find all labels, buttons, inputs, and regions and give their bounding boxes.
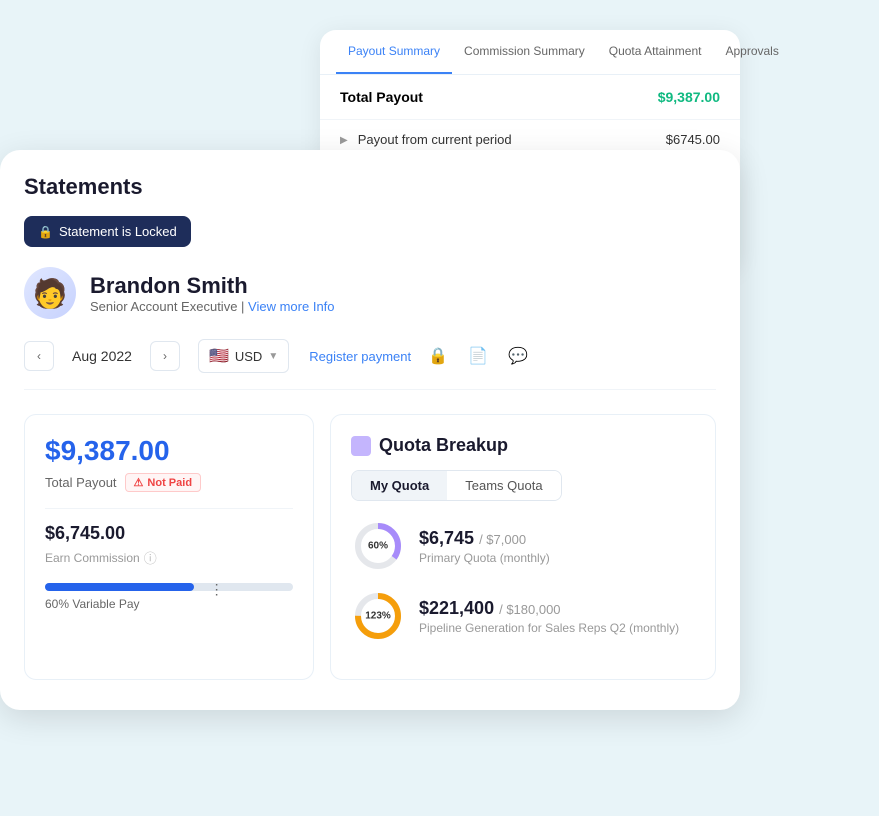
progress-label: 60% Variable Pay	[45, 597, 293, 611]
quota-name-1: Pipeline Generation for Sales Reps Q2 (m…	[419, 621, 679, 635]
quota-name-0: Primary Quota (monthly)	[419, 551, 550, 565]
progress-bar-fill	[45, 583, 194, 591]
total-payout-row: Total Payout $9,387.00	[320, 75, 740, 119]
progress-bar-container: ⋮	[45, 583, 293, 591]
user-role: Senior Account Executive | View more Inf…	[90, 299, 335, 314]
quota-item-1: 123% $221,400 / $180,000 Pipeline Genera…	[351, 589, 695, 643]
toolbar: ‹ Aug 2022 › 🇺🇸 USD ▼ Register payment 🔒…	[24, 339, 716, 390]
progress-section: ⋮ 60% Variable Pay	[45, 583, 293, 611]
chevron-icon-0: ▶	[340, 135, 348, 146]
quota-item-0: 60% $6,745 / $7,000 Primary Quota (month…	[351, 519, 695, 573]
role-separator: |	[241, 299, 248, 314]
currency-selector[interactable]: 🇺🇸 USD ▼	[198, 339, 289, 373]
lock-icon: 🔒	[38, 225, 53, 239]
progress-dots: ⋮	[210, 581, 224, 598]
quota-target-1: / $180,000	[499, 602, 560, 617]
tab-payout-summary[interactable]: Payout Summary	[336, 30, 452, 74]
quota-amount-1: $221,400 / $180,000	[419, 598, 679, 619]
item-title-0: Payout from current period	[358, 132, 666, 147]
quota-item-info-1: $221,400 / $180,000 Pipeline Generation …	[419, 598, 679, 635]
quota-target-0: / $7,000	[479, 532, 526, 547]
info-icon: ⓘ	[144, 548, 157, 567]
panel-total-label: Total Payout ⚠ Not Paid	[45, 473, 293, 492]
period-label: Aug 2022	[64, 344, 140, 368]
quota-panel: Quota Breakup My Quota Teams Quota 60%	[330, 414, 716, 680]
item-amount-0: $6745.00	[666, 132, 720, 147]
export-icon[interactable]: 📄	[463, 341, 493, 371]
statements-card: Statements 🔒 Statement is Locked 🧑 Brand…	[0, 150, 740, 710]
user-section: 🧑 Brandon Smith Senior Account Executive…	[24, 267, 716, 319]
next-period-button[interactable]: ›	[150, 341, 180, 371]
avatar: 🧑	[24, 267, 76, 319]
locked-badge: 🔒 Statement is Locked	[24, 216, 191, 247]
flag-icon: 🇺🇸	[209, 346, 229, 366]
payout-summary-panel: $9,387.00 Total Payout ⚠ Not Paid $6,745…	[24, 414, 314, 680]
quota-icon	[351, 436, 371, 456]
chevron-down-icon: ▼	[268, 351, 278, 362]
panel-total-amount: $9,387.00	[45, 435, 293, 467]
message-icon[interactable]: 💬	[503, 341, 533, 371]
tab-commission-summary[interactable]: Commission Summary	[452, 30, 597, 74]
warning-icon: ⚠	[134, 476, 144, 489]
tab-teams-quota[interactable]: Teams Quota	[447, 471, 560, 500]
not-paid-badge: ⚠ Not Paid	[125, 473, 202, 492]
donut-label-0: 60%	[368, 541, 388, 552]
user-name: Brandon Smith	[90, 273, 335, 299]
quota-item-info-0: $6,745 / $7,000 Primary Quota (monthly)	[419, 528, 550, 565]
currency-label: USD	[235, 349, 262, 364]
quota-tabs: My Quota Teams Quota	[351, 470, 562, 501]
locked-label: Statement is Locked	[59, 224, 177, 239]
donut-label-1: 123%	[365, 611, 391, 622]
tab-my-quota[interactable]: My Quota	[352, 471, 447, 500]
earn-amount: $6,745.00	[45, 523, 293, 544]
quota-amount-0: $6,745 / $7,000	[419, 528, 550, 549]
total-payout-amount: $9,387.00	[658, 89, 720, 105]
donut-chart-0: 60%	[351, 519, 405, 573]
tab-approvals[interactable]: Approvals	[713, 30, 790, 74]
prev-period-button[interactable]: ‹	[24, 341, 54, 371]
statements-title: Statements	[24, 174, 716, 200]
bottom-panels: $9,387.00 Total Payout ⚠ Not Paid $6,745…	[24, 414, 716, 680]
role-text: Senior Account Executive	[90, 299, 237, 314]
view-more-link[interactable]: View more Info	[248, 299, 334, 314]
main-container: Payout Summary Commission Summary Quota …	[0, 0, 879, 816]
earn-label: Earn Commission ⓘ	[45, 548, 293, 567]
user-info: Brandon Smith Senior Account Executive |…	[90, 273, 335, 314]
register-payment-button[interactable]: Register payment	[307, 343, 413, 370]
payout-tabs: Payout Summary Commission Summary Quota …	[320, 30, 740, 75]
donut-chart-1: 123%	[351, 589, 405, 643]
tab-quota-attainment[interactable]: Quota Attainment	[597, 30, 714, 74]
not-paid-label: Not Paid	[147, 477, 192, 489]
avatar-emoji: 🧑	[33, 277, 68, 310]
earn-commission-section: $6,745.00 Earn Commission ⓘ	[45, 508, 293, 567]
quota-title: Quota Breakup	[351, 435, 695, 456]
total-payout-label: Total Payout	[340, 89, 423, 105]
lock-toolbar-icon[interactable]: 🔒	[423, 341, 453, 371]
